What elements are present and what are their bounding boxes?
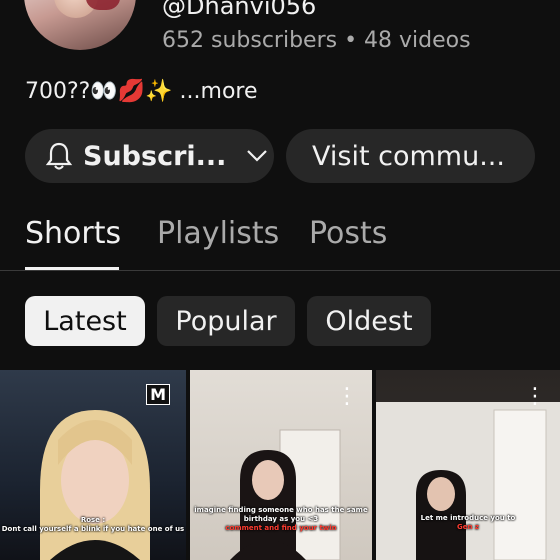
subscribe-label: Subscri... bbox=[83, 140, 227, 172]
caption-highlight: comment and find your twin bbox=[225, 524, 337, 532]
channel-description[interactable]: 700??👀💋✨ ...more bbox=[25, 79, 258, 104]
channel-avatar[interactable] bbox=[24, 0, 136, 50]
short-thumbnail[interactable]: ⋮ imagine finding someone who has the sa… bbox=[190, 370, 372, 560]
short-thumbnail[interactable]: ⋮ Let me introduce you to Gen z bbox=[376, 370, 560, 560]
short-caption: Let me introduce you to Gen z bbox=[376, 514, 560, 532]
active-tab-indicator bbox=[25, 267, 119, 270]
caption-text: Let me introduce you to bbox=[420, 514, 516, 522]
caption-title: Rose : bbox=[80, 516, 106, 524]
filter-popular[interactable]: Popular bbox=[157, 296, 295, 346]
short-caption: Rose : Dont call yourself a blink if you… bbox=[0, 516, 186, 534]
description-text: 700??👀💋✨ bbox=[25, 79, 173, 104]
tab-shorts[interactable]: Shorts bbox=[25, 216, 121, 251]
visit-community-button[interactable]: Visit commu... bbox=[286, 129, 535, 183]
filter-latest[interactable]: Latest bbox=[25, 296, 145, 346]
channel-tabs: Shorts Playlists Posts bbox=[0, 210, 560, 271]
caption-text: Dont call yourself a blink if you hate o… bbox=[1, 525, 185, 533]
tab-playlists[interactable]: Playlists bbox=[157, 216, 279, 251]
more-options-icon[interactable]: ⋮ bbox=[524, 386, 546, 408]
filter-oldest[interactable]: Oldest bbox=[307, 296, 431, 346]
caption-highlight: Gen z bbox=[457, 523, 479, 531]
short-thumbnail[interactable]: M Rose : Dont call yourself a blink if y… bbox=[0, 370, 186, 560]
more-options-icon[interactable]: ⋮ bbox=[336, 386, 358, 408]
short-caption: imagine finding someone who has the same… bbox=[190, 506, 372, 533]
bell-icon bbox=[45, 142, 73, 170]
subscribe-button[interactable]: Subscri... bbox=[25, 129, 274, 183]
channel-stats: 652 subscribers • 48 videos bbox=[162, 28, 471, 53]
tab-posts[interactable]: Posts bbox=[309, 216, 387, 251]
caption-text: imagine finding someone who has the same… bbox=[194, 506, 368, 523]
chevron-down-icon bbox=[247, 150, 268, 162]
mtv-logo: M bbox=[146, 384, 170, 405]
more-link[interactable]: ...more bbox=[180, 79, 258, 104]
visit-community-label: Visit commu... bbox=[312, 140, 505, 172]
channel-handle: @Dhanvi056 bbox=[162, 0, 317, 20]
